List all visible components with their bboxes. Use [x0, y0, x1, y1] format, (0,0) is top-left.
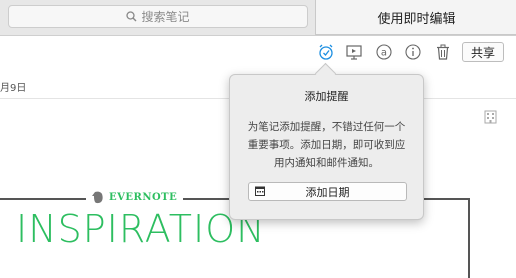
popover-body-line: 用内通知和邮件通知。: [274, 157, 379, 169]
evernote-brand: EVERNOTE: [86, 191, 184, 204]
search-placeholder: 搜索笔记: [141, 10, 190, 24]
popover-title: 添加提醒: [304, 90, 349, 103]
presentation-icon[interactable]: [343, 41, 365, 63]
note-toolbar: a: [0, 40, 516, 64]
reminder-popover: 添加提醒 为笔记添加提醒，不错过任何一个 重要事项。添加日期，即可收到应 用内通…: [229, 74, 424, 220]
calendar-icon: [255, 186, 265, 196]
inline-edit-button[interactable]: 使用即时编辑: [315, 0, 516, 35]
note-date: 月9日: [0, 83, 27, 94]
evernote-wordmark: EVERNOTE: [109, 192, 178, 203]
svg-text:a: a: [381, 48, 387, 59]
trash-icon[interactable]: [432, 41, 454, 63]
at-sign-icon[interactable]: a: [373, 41, 395, 63]
share-button[interactable]: 共享: [462, 42, 504, 62]
search-icon: [126, 11, 137, 22]
search-field[interactable]: 搜索笔记: [8, 5, 308, 28]
building-icon: [484, 109, 497, 128]
add-date-button[interactable]: 添加日期: [248, 182, 407, 201]
share-label: 共享: [470, 45, 495, 60]
popover-body: 为笔记添加提醒，不错过任何一个 重要事项。添加日期，即可收到应 用内通知和邮件通…: [238, 118, 415, 172]
evernote-logo-icon: [92, 191, 103, 204]
popover-body-line: 为笔记添加提醒，不错过任何一个: [247, 121, 406, 133]
add-date-label: 添加日期: [305, 185, 350, 199]
info-icon[interactable]: [402, 41, 424, 63]
inline-edit-label: 使用即时编辑: [377, 11, 456, 27]
popover-body-line: 重要事项。添加日期，即可收到应: [247, 139, 406, 151]
alarm-clock-icon[interactable]: [315, 41, 337, 63]
top-bar: 搜索笔记 使用即时编辑: [0, 0, 516, 36]
